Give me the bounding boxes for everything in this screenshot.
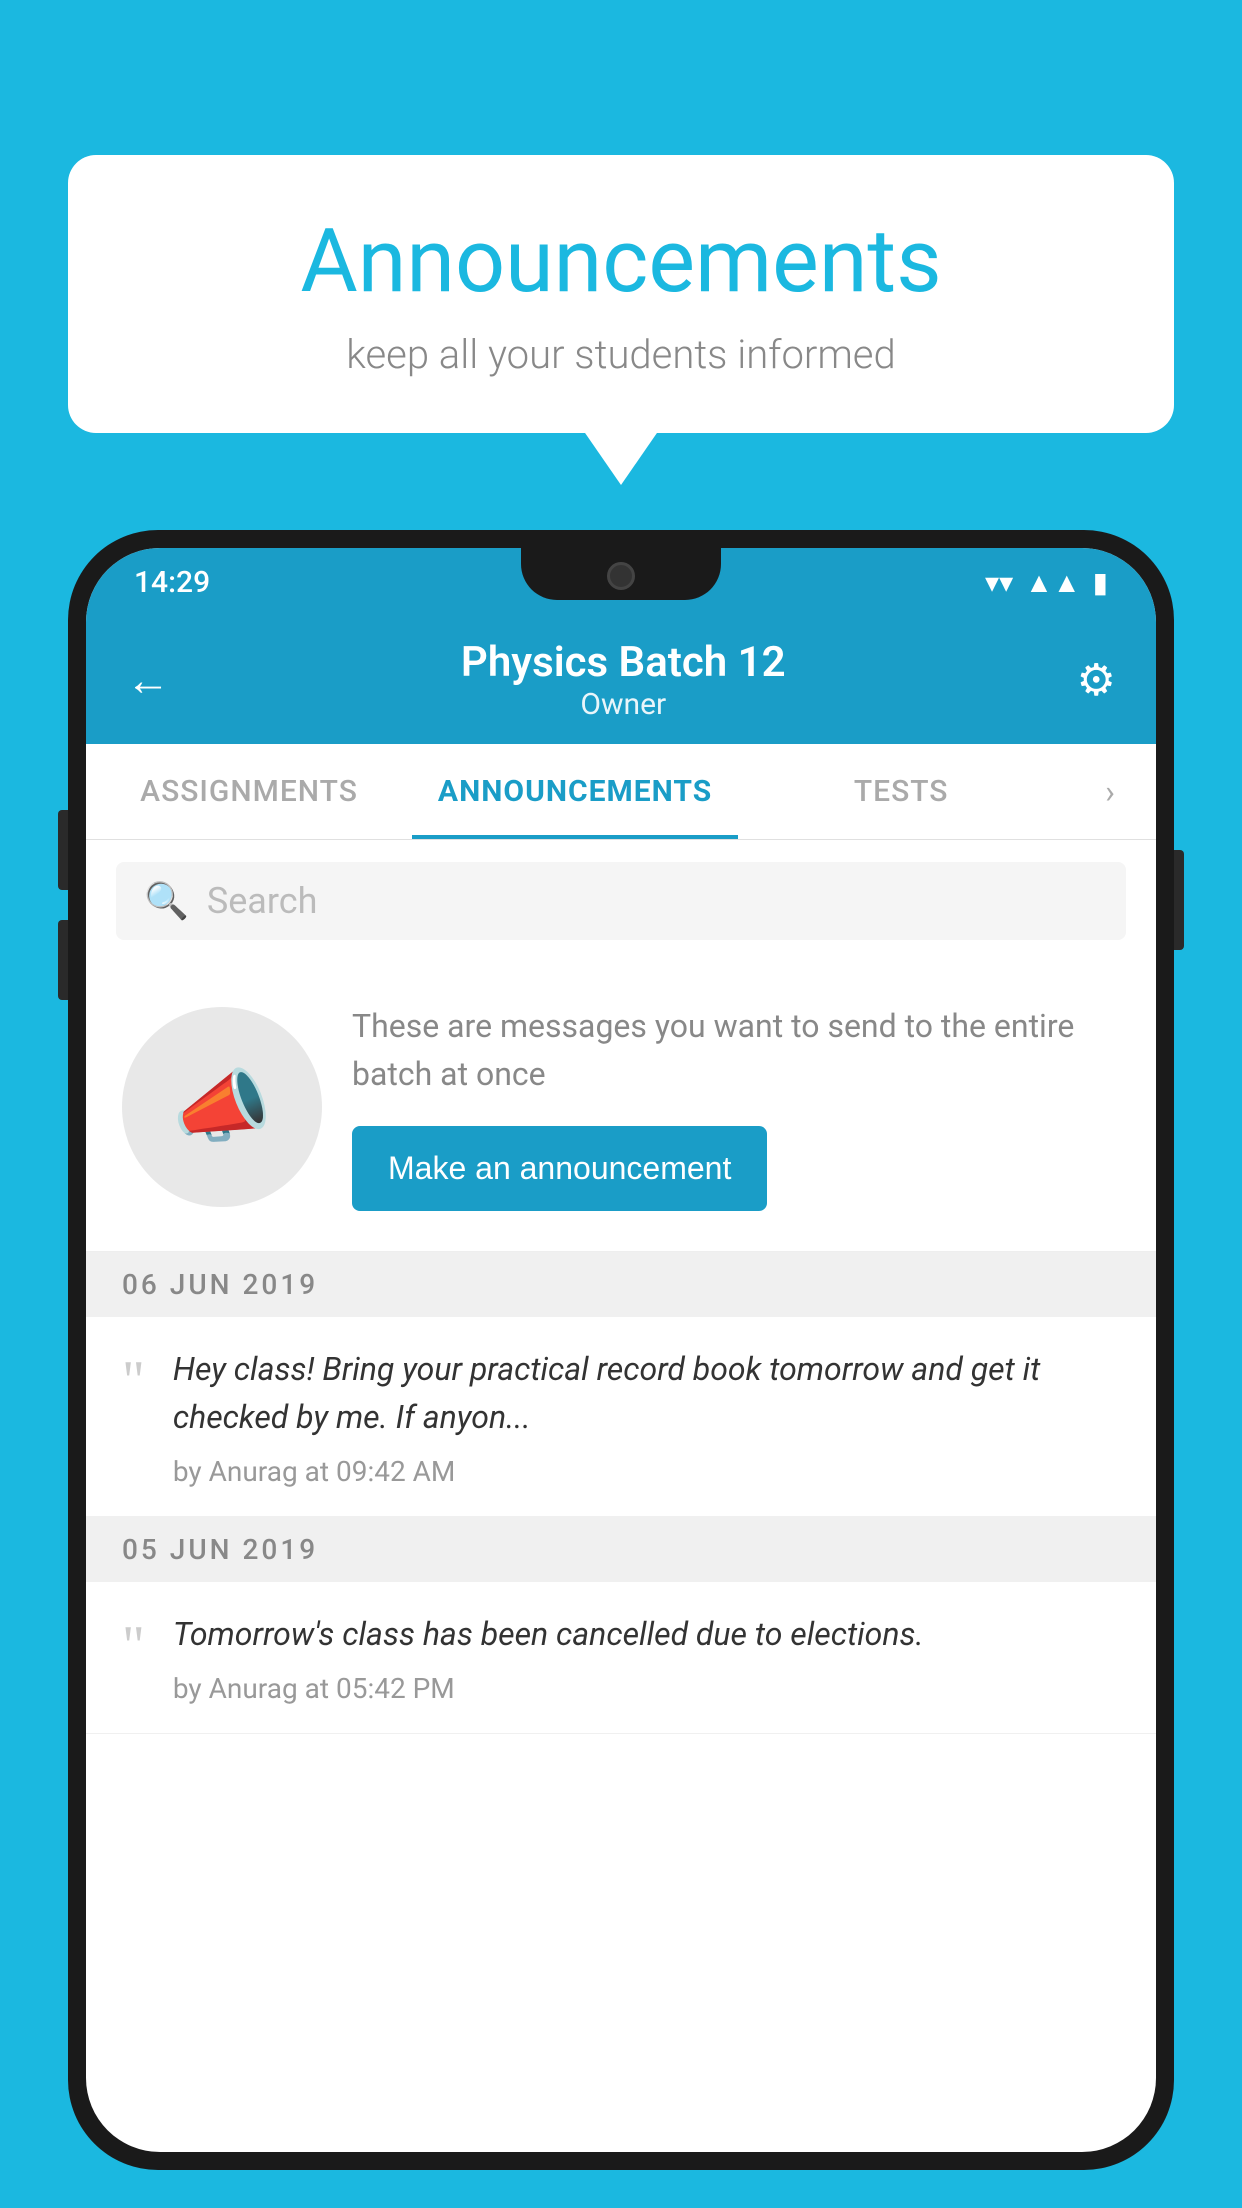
wifi-icon: ▾▾ xyxy=(985,566,1013,599)
front-camera xyxy=(607,562,635,590)
tabs-bar: ASSIGNMENTS ANNOUNCEMENTS TESTS › xyxy=(86,744,1156,840)
search-bar[interactable]: 🔍 Search xyxy=(116,862,1126,940)
announcement-item-1[interactable]: " Hey class! Bring your practical record… xyxy=(86,1317,1156,1517)
back-button[interactable]: ← xyxy=(126,654,170,706)
speech-bubble-container: Announcements keep all your students inf… xyxy=(68,155,1174,433)
date-separator-2: 05 JUN 2019 xyxy=(86,1517,1156,1582)
settings-icon[interactable]: ⚙ xyxy=(1077,654,1116,706)
announcement-text-1: Hey class! Bring your practical record b… xyxy=(173,1345,1120,1488)
phone-notch xyxy=(521,548,721,600)
tab-assignments[interactable]: ASSIGNMENTS xyxy=(86,744,412,839)
phone-screen: 14:29 ▾▾ ▲▲ ▮ ← Physics Batch 12 Owner ⚙… xyxy=(86,548,1156,2152)
prompt-right: These are messages you want to send to t… xyxy=(352,1002,1120,1211)
quote-icon-2: " xyxy=(122,1610,145,1674)
announcement-meta-1: by Anurag at 09:42 AM xyxy=(173,1455,1120,1488)
search-container: 🔍 Search xyxy=(86,840,1156,962)
quote-icon-1: " xyxy=(122,1345,145,1409)
speech-bubble: Announcements keep all your students inf… xyxy=(68,155,1174,433)
search-placeholder: Search xyxy=(207,880,318,922)
battery-icon: ▮ xyxy=(1093,566,1108,599)
header-center: Physics Batch 12 Owner xyxy=(170,638,1077,722)
phone-mockup: 14:29 ▾▾ ▲▲ ▮ ← Physics Batch 12 Owner ⚙… xyxy=(68,530,1174,2170)
status-icons: ▾▾ ▲▲ ▮ xyxy=(985,566,1108,599)
tab-tests[interactable]: TESTS xyxy=(738,744,1064,839)
batch-title: Physics Batch 12 xyxy=(170,638,1077,687)
power-button xyxy=(1174,850,1184,950)
megaphone-circle: 📣 xyxy=(122,1007,322,1207)
search-icon: 🔍 xyxy=(144,880,189,922)
signal-icon: ▲▲ xyxy=(1025,566,1080,599)
announcement-item-2[interactable]: " Tomorrow's class has been cancelled du… xyxy=(86,1582,1156,1734)
announcement-preview-1: Hey class! Bring your practical record b… xyxy=(173,1345,1120,1441)
bubble-title: Announcements xyxy=(128,210,1114,313)
volume-down-button xyxy=(58,920,68,1000)
bubble-subtitle: keep all your students informed xyxy=(128,331,1114,378)
status-time: 14:29 xyxy=(134,565,210,600)
volume-up-button xyxy=(58,810,68,890)
announcement-text-2: Tomorrow's class has been cancelled due … xyxy=(173,1610,1120,1705)
make-announcement-button[interactable]: Make an announcement xyxy=(352,1126,767,1211)
date-separator-1: 06 JUN 2019 xyxy=(86,1252,1156,1317)
prompt-description: These are messages you want to send to t… xyxy=(352,1002,1120,1098)
tab-more-icon[interactable]: › xyxy=(1064,744,1156,839)
tab-announcements[interactable]: ANNOUNCEMENTS xyxy=(412,744,738,839)
batch-role: Owner xyxy=(170,687,1077,722)
megaphone-icon: 📣 xyxy=(172,1060,272,1154)
announcement-meta-2: by Anurag at 05:42 PM xyxy=(173,1672,1120,1705)
app-header: ← Physics Batch 12 Owner ⚙ xyxy=(86,616,1156,744)
announcement-preview-2: Tomorrow's class has been cancelled due … xyxy=(173,1610,1120,1658)
announcement-prompt: 📣 These are messages you want to send to… xyxy=(86,962,1156,1252)
